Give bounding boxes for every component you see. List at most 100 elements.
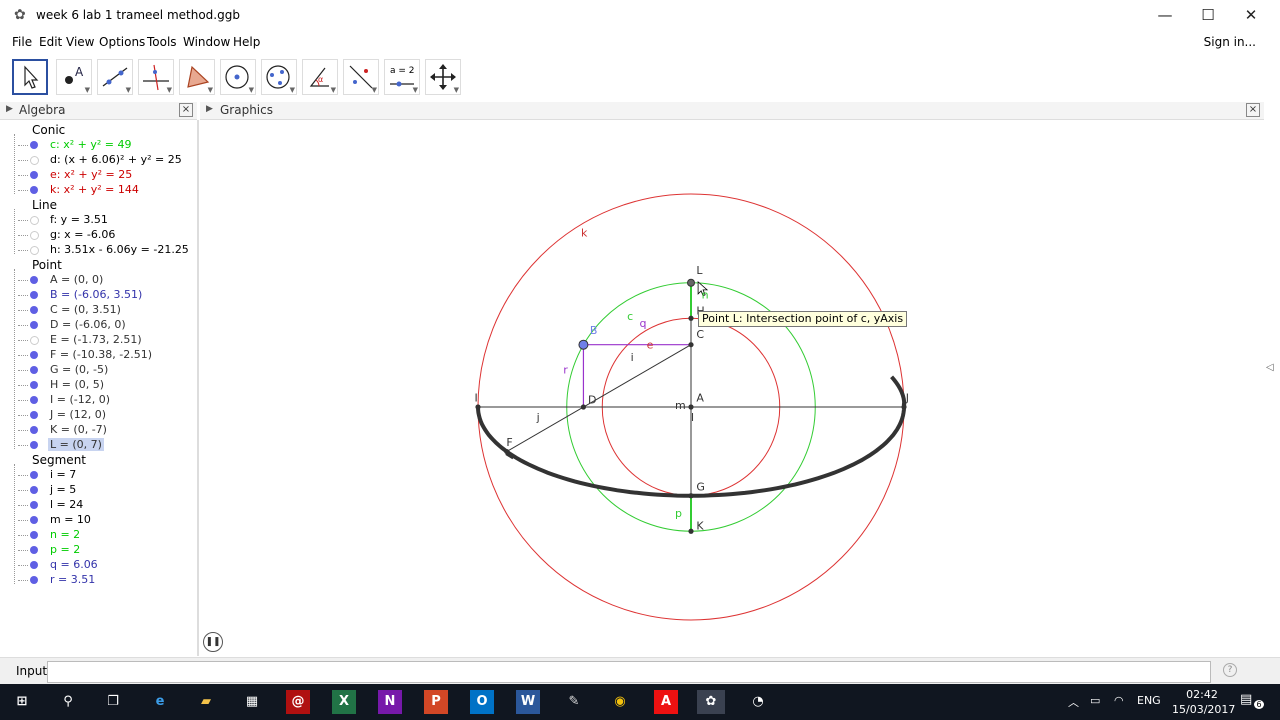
close-button[interactable]: ✕ [1236,4,1266,26]
minimize-button[interactable]: — [1150,4,1180,26]
menu-help[interactable]: Help [233,35,260,49]
clock-app-icon[interactable]: ◔ [746,690,770,714]
pause-animation-button[interactable]: ❚❚ [203,632,223,652]
conic-tool[interactable]: ▼ [261,59,297,95]
point[interactable] [688,528,694,534]
segment-i[interactable] [506,344,692,452]
language-indicator[interactable]: ENG [1137,694,1161,707]
acrobat-reader-icon[interactable]: A [654,690,678,714]
input-field[interactable] [47,661,1211,683]
visibility-toggle-icon[interactable] [30,396,38,404]
menu-file[interactable]: File [12,35,32,49]
acrobat-icon[interactable]: @ [286,690,310,714]
expand-arrow-icon[interactable]: ▶ [6,104,13,114]
paint-icon[interactable]: ✎ [562,690,586,714]
visibility-toggle-icon[interactable] [30,141,38,149]
point[interactable] [688,342,694,348]
reflect-tool[interactable]: ▼ [343,59,379,95]
visibility-toggle-icon[interactable] [30,546,38,554]
menu-edit[interactable]: Edit [39,35,62,49]
close-graphics-icon[interactable]: × [1246,103,1260,117]
visibility-toggle-icon[interactable] [30,171,38,179]
category-segment[interactable]: Segment [32,453,86,467]
sign-in-link[interactable]: Sign in... [1204,35,1256,49]
visibility-toggle-icon[interactable] [30,321,38,329]
menu-view[interactable]: View [66,35,94,49]
line-tool[interactable]: ▼ [97,59,133,95]
task-view-icon[interactable]: ❐ [101,690,125,714]
expand-arrow-icon[interactable]: ▶ [206,104,213,114]
system-clock[interactable]: 02:42 15/03/2017 [1172,687,1235,717]
point-definition: I = (-12, 0) [50,393,110,406]
point-l[interactable] [687,278,695,287]
visibility-toggle-icon[interactable] [30,516,38,524]
onenote-icon[interactable]: N [378,690,402,714]
search-icon[interactable]: ⚲ [56,690,80,714]
visibility-toggle-icon[interactable] [30,291,38,299]
point[interactable] [504,448,510,455]
visibility-toggle-icon[interactable] [30,501,38,509]
point[interactable] [688,315,694,321]
slider-tool[interactable]: a = 2 ▼ [384,59,420,95]
visibility-toggle-icon[interactable] [30,471,38,479]
side-panel-arrow-icon[interactable]: ◁ [1266,362,1274,373]
windows-start-icon[interactable]: ⊞ [10,690,34,714]
angle-tool[interactable]: α ▼ [302,59,338,95]
visibility-toggle-icon[interactable] [30,306,38,314]
store-icon[interactable]: ▦ [240,690,264,714]
tray-chevron-icon[interactable]: ︿ [1068,694,1079,710]
point[interactable] [688,404,694,410]
visibility-toggle-icon[interactable] [30,561,38,569]
outlook-icon[interactable]: O [470,690,494,714]
point-b[interactable] [578,339,589,350]
visibility-toggle-icon[interactable] [30,411,38,419]
visibility-toggle-icon[interactable] [30,531,38,539]
visibility-toggle-icon[interactable] [30,426,38,434]
graphics-canvas[interactable]: kLHCcqeBirIDjmAlJFGpKn [200,120,1264,656]
point-tool[interactable]: A ▼ [56,59,92,95]
powerpoint-icon[interactable]: P [424,690,448,714]
visibility-toggle-icon[interactable] [30,351,38,359]
edge-icon[interactable]: e [148,690,172,714]
notifications-icon[interactable]: ▤ [1240,692,1252,707]
maximize-button[interactable]: ☐ [1193,4,1223,26]
menu-window[interactable]: Window [183,35,230,49]
category-line[interactable]: Line [32,198,57,212]
visibility-toggle-icon[interactable] [30,441,38,449]
excel-icon[interactable]: X [332,690,356,714]
point[interactable] [688,493,694,499]
battery-icon[interactable]: ▭ [1090,694,1100,707]
explorer-icon[interactable]: ▰ [194,690,218,714]
wifi-icon[interactable]: ◠ [1114,694,1124,707]
visibility-toggle-icon[interactable] [30,246,39,255]
visibility-toggle-icon[interactable] [30,336,39,345]
visibility-toggle-icon[interactable] [30,156,39,165]
polygon-tool[interactable]: ▼ [179,59,215,95]
category-conic[interactable]: Conic [32,123,65,137]
close-algebra-icon[interactable]: × [179,103,193,117]
visibility-toggle-icon[interactable] [30,186,38,194]
category-point[interactable]: Point [32,258,62,272]
visibility-toggle-icon[interactable] [30,486,38,494]
word-icon[interactable]: W [516,690,540,714]
menu-options[interactable]: Options [99,35,145,49]
perpendicular-tool[interactable]: ▼ [138,59,174,95]
circle-tool[interactable]: ▼ [220,59,256,95]
segment-definition: j = 5 [50,483,77,496]
point[interactable] [580,404,587,410]
visibility-toggle-icon[interactable] [30,231,39,240]
move-graphics-tool[interactable]: ▼ [425,59,461,95]
chrome-icon[interactable]: ◉ [608,690,632,714]
input-help-icon[interactable]: ? [1223,663,1237,677]
visibility-toggle-icon[interactable] [30,576,38,584]
visibility-toggle-icon[interactable] [30,216,39,225]
visibility-toggle-icon[interactable] [30,276,38,284]
point[interactable] [475,404,481,410]
point[interactable] [901,404,907,410]
visibility-toggle-icon[interactable] [30,366,38,374]
menu-tools[interactable]: Tools [147,35,177,49]
visibility-toggle-icon[interactable] [30,381,38,389]
graphics-view[interactable]: kLHCcqeBirIDjmAlJFGpKn [200,120,1264,656]
move-tool[interactable] [12,59,48,95]
geogebra-taskbar-icon[interactable]: ✿ [697,690,725,714]
